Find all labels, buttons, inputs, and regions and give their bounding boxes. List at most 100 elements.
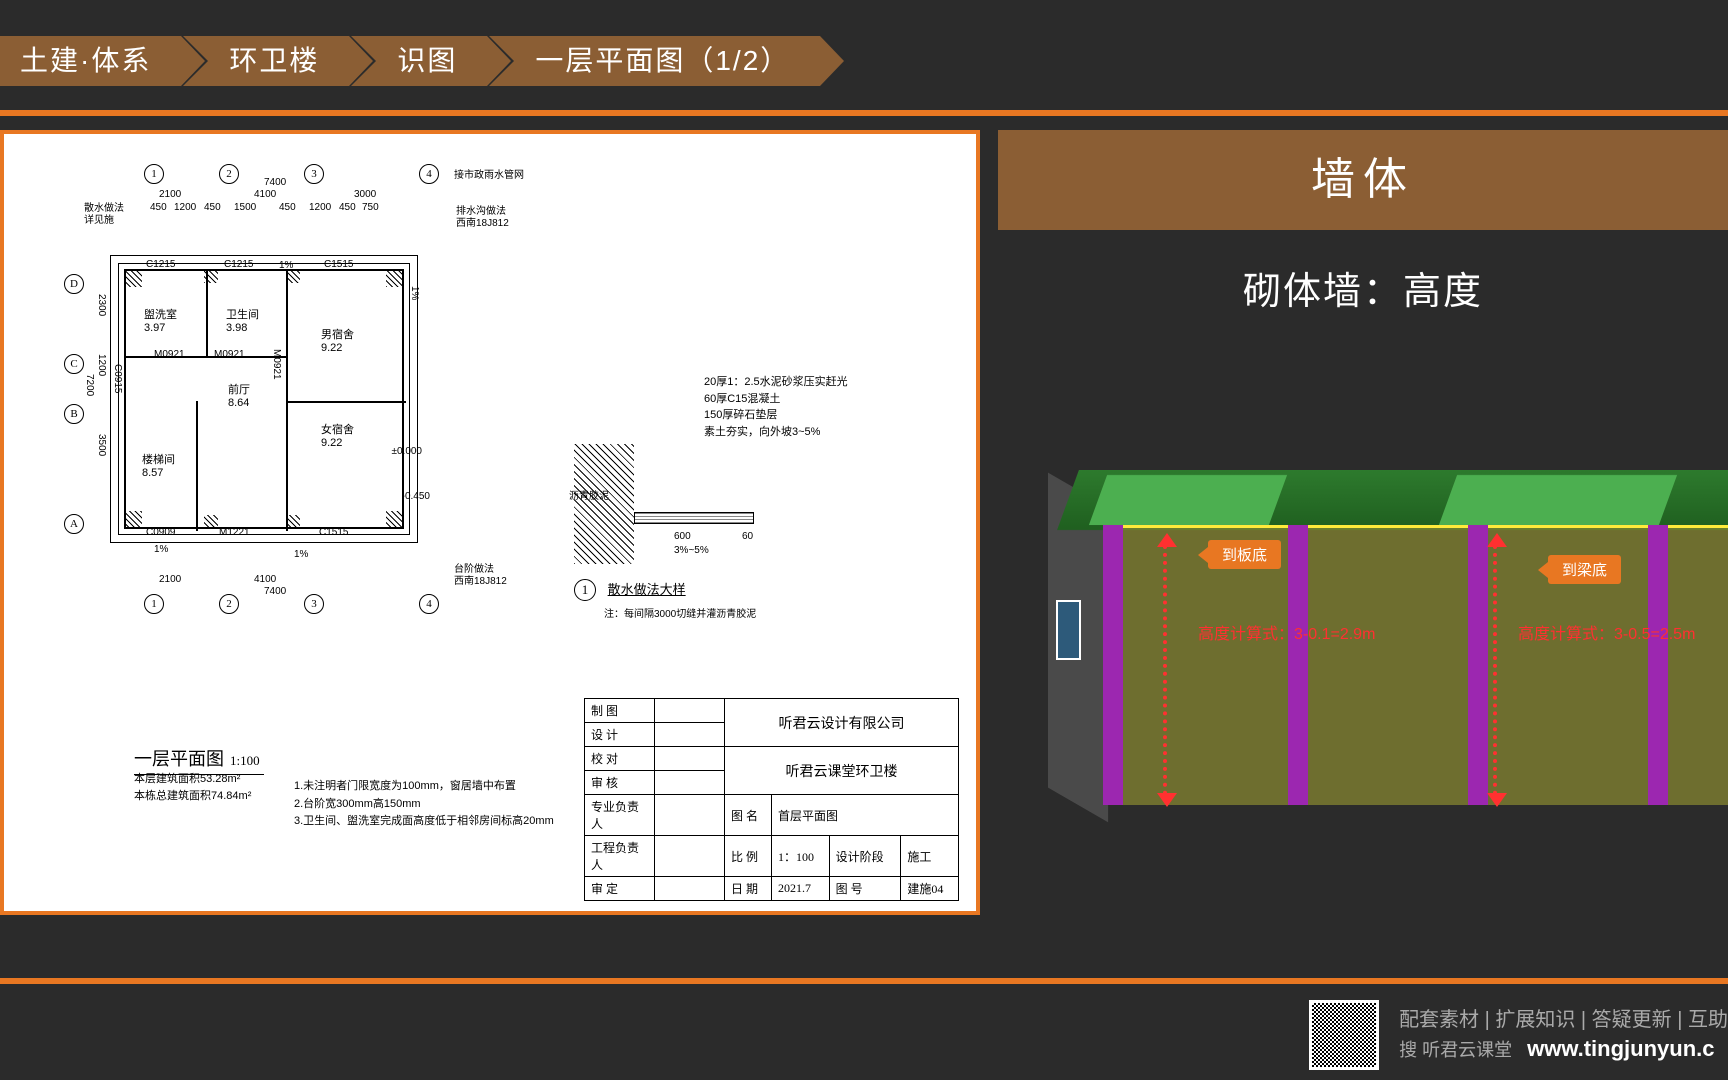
slope-label: 1%	[409, 286, 420, 300]
height-arrow-1	[1163, 545, 1167, 795]
detail-section: 20厚1：2.5水泥砂浆压实赶光 60厚C15混凝土 150厚碎石垫层 素土夯实…	[574, 494, 894, 620]
height-formula-2: 高度计算式：3-0.5=2.5m	[1518, 620, 1695, 644]
slope-label: 1%	[154, 544, 168, 555]
height-formula-1: 高度计算式：3-0.1=2.9m	[1198, 620, 1375, 644]
column-hatch	[124, 511, 142, 529]
dim: 450	[339, 202, 356, 213]
window-tag: C1515	[319, 527, 348, 538]
grid-bubble-2: 2	[219, 164, 239, 184]
section-header: 墙体	[998, 130, 1728, 230]
divider-top	[0, 110, 1728, 116]
slope-dim: 3%~5%	[674, 545, 709, 556]
room-male-dorm: 男宿舍9.22	[321, 326, 354, 354]
dim: 1200	[309, 202, 331, 213]
building-roof	[1057, 470, 1728, 530]
building-model: 到板底 到梁底 高度计算式：3-0.1=2.9m 高度计算式：3-0.5=2.5…	[1018, 470, 1728, 850]
column	[1288, 525, 1308, 805]
crumb-system[interactable]: 土建·体系	[0, 36, 181, 86]
links-row[interactable]: 配套素材 | 扩展知识 | 答疑更新 | 互助	[1399, 1006, 1728, 1034]
column-hatch	[386, 511, 404, 529]
column-hatch	[204, 269, 218, 283]
dim-left: 3500	[96, 434, 107, 456]
building-wall	[1103, 525, 1728, 805]
dim: 450	[279, 202, 296, 213]
wall	[126, 356, 286, 358]
column	[1648, 525, 1668, 805]
room-lobby: 前厅8.64	[228, 381, 250, 409]
dim-bot: 2100	[159, 574, 181, 585]
footer: 配套素材 | 扩展知识 | 答疑更新 | 互助 搜 听君云课堂 www.ting…	[1309, 990, 1728, 1080]
wall	[196, 401, 198, 531]
main-content: 1 2 3 4 A B C D 2100 4100 3000 7400 450 …	[0, 130, 1728, 960]
window-tag: C0915	[112, 364, 123, 393]
grid-bubble-A: A	[64, 514, 84, 534]
divider-bottom	[0, 978, 1728, 984]
grid-bubble-2b: 2	[219, 594, 239, 614]
grid-bubble-3b: 3	[304, 594, 324, 614]
window	[1056, 600, 1081, 660]
floor-plan-panel: 1 2 3 4 A B C D 2100 4100 3000 7400 450 …	[0, 130, 980, 915]
callout-to-slab: 到板底	[1208, 540, 1281, 569]
door-tag: M0921	[271, 349, 282, 380]
dim-bot-total: 7400	[264, 586, 286, 597]
dim-bot: 4100	[254, 574, 276, 585]
door-tag: M0921	[214, 349, 245, 360]
slope-label: 1%	[279, 260, 293, 271]
wall	[286, 401, 406, 403]
detail-dim: 60	[742, 531, 753, 542]
breadcrumb-nav: 土建·体系 环卫楼 识图 一层平面图（1/2）	[0, 36, 820, 86]
room-washroom: 盥洗室3.97	[144, 306, 177, 334]
info-panel: 墙体 砌体墙：高度 到板底 到梁底 高度计算式：3-0.	[998, 130, 1728, 915]
grid-bubble-3: 3	[304, 164, 324, 184]
qr-code[interactable]	[1309, 1000, 1379, 1070]
grid-bubble-1: 1	[144, 164, 164, 184]
dim-top: 3000	[354, 189, 376, 200]
model-3d: 到板底 到梁底 高度计算式：3-0.1=2.9m 高度计算式：3-0.5=2.5…	[998, 410, 1728, 915]
wall	[286, 271, 288, 531]
company-name: 听君云设计有限公司	[725, 699, 959, 747]
footer-links: 配套素材 | 扩展知识 | 答疑更新 | 互助 搜 听君云课堂 www.ting…	[1399, 1006, 1728, 1065]
dim-left: 2300	[96, 294, 107, 316]
crumb-page[interactable]: 一层平面图（1/2）	[487, 36, 820, 86]
dim: 450	[150, 202, 167, 213]
ref-note: 西南18J812	[456, 214, 509, 229]
title-block: 制 图听君云设计有限公司 设 计 校 对听君云课堂环卫楼 审 核 专业负责人图 …	[584, 698, 959, 901]
dim-top: 4100	[254, 189, 276, 200]
detail-drawing: 600 60 3%~5% 沥青胶泥	[574, 414, 774, 564]
soil-hatch	[574, 444, 634, 564]
column-hatch	[124, 269, 142, 287]
dim: 750	[362, 202, 379, 213]
elev-drop: -0.450	[402, 491, 430, 502]
dim-left-total: 7200	[84, 374, 95, 396]
detail-ref: 详见施	[84, 211, 114, 226]
dim: 1200	[174, 202, 196, 213]
plan-notes: 1.未注明者门限宽度为100mm，窗居墙中布置 2.台阶宽300mm高150mm…	[294, 778, 554, 831]
door-tag: M0921	[154, 349, 185, 360]
window-tag: C1515	[324, 259, 353, 270]
plan-outline: 盥洗室3.97 卫生间3.98 男宿舍9.22 前厅8.64 女宿舍9.22 楼…	[124, 269, 404, 529]
window-tag: C1215	[146, 259, 175, 270]
column-hatch	[286, 269, 300, 283]
pipe-note: 接市政雨水管网	[454, 166, 524, 181]
grid-bubble-4: 4	[419, 164, 439, 184]
room-stairwell: 楼梯间8.57	[142, 451, 175, 479]
elev-zero: ±0.000	[391, 446, 422, 457]
dim-top-total: 7400	[264, 177, 286, 188]
detail-footnote: 注：每间隔3000切缝并灌沥青胶泥	[604, 605, 894, 620]
asphalt-label: 沥青胶泥	[569, 487, 609, 502]
door-tag: M1221	[219, 527, 250, 538]
slope-label: 1%	[294, 549, 308, 560]
column-hatch	[386, 269, 404, 287]
grid-bubble-B: B	[64, 404, 84, 424]
plan-area-text: 本层建筑面积53.28m² 本栋总建筑面积74.84m²	[134, 771, 251, 806]
detail-dim: 600	[674, 531, 691, 542]
plan-title: 一层平面图1:100	[134, 745, 260, 771]
dim-left: 1200	[96, 354, 107, 376]
height-arrow-2	[1493, 545, 1497, 795]
room-toilet: 卫生间3.98	[226, 306, 259, 334]
dim: 450	[204, 202, 221, 213]
step-ref: 西南18J812	[454, 572, 507, 587]
callout-to-beam: 到梁底	[1548, 555, 1621, 584]
column	[1468, 525, 1488, 805]
grid-bubble-1b: 1	[144, 594, 164, 614]
